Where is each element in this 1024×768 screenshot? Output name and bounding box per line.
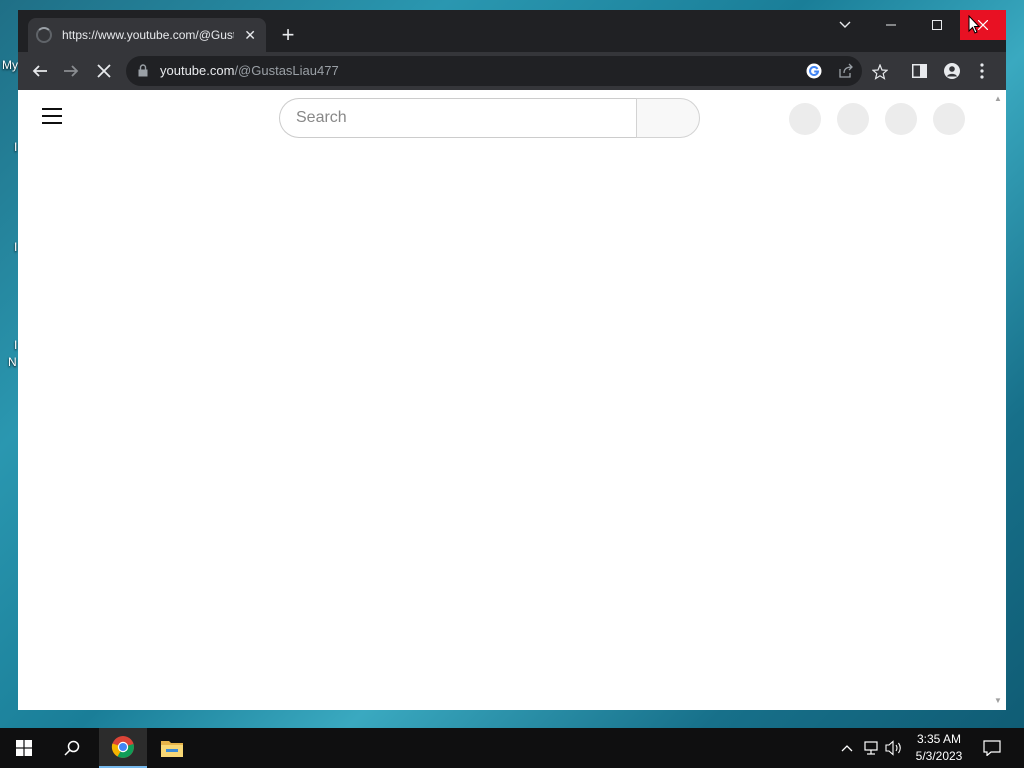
search-input[interactable] — [279, 98, 637, 138]
maximize-button[interactable] — [914, 10, 960, 40]
taskbar-file-explorer-button[interactable] — [148, 728, 196, 768]
loading-spinner-icon — [36, 27, 52, 43]
forward-arrow-icon — [64, 65, 79, 77]
browser-toolbar: youtube.com/@GustasLiau477 — [18, 52, 1006, 90]
forward-button[interactable] — [59, 59, 83, 83]
more-options-icon[interactable] — [980, 63, 984, 79]
scroll-up-arrow-icon[interactable]: ▲ — [993, 94, 1003, 104]
close-window-button[interactable] — [960, 10, 1006, 40]
stop-icon — [97, 64, 111, 78]
tab-title: https://www.youtube.com/@GustasLiau477 — [62, 28, 234, 42]
url-path: /@GustasLiau477 — [234, 63, 339, 78]
desktop-icon-label-fragment: My — [2, 58, 18, 72]
google-lens-icon[interactable] — [806, 63, 822, 79]
volume-button[interactable] — [884, 738, 904, 758]
back-button[interactable] — [28, 59, 52, 83]
maximize-icon — [932, 20, 942, 30]
loading-placeholder-avatar — [789, 103, 821, 135]
share-icon[interactable] — [838, 63, 854, 79]
windows-taskbar: 3:35 AM 5/3/2023 — [0, 728, 1024, 768]
minimize-button[interactable] — [868, 10, 914, 40]
tab-search-button[interactable] — [822, 10, 868, 40]
mouse-cursor-icon — [968, 15, 980, 34]
loading-placeholder-avatar — [933, 103, 965, 135]
taskbar-clock[interactable]: 3:35 AM 5/3/2023 — [906, 731, 972, 765]
lock-icon — [138, 64, 148, 77]
speaker-icon — [885, 740, 901, 756]
scroll-down-arrow-icon[interactable]: ▼ — [993, 696, 1003, 706]
start-button[interactable] — [0, 728, 48, 768]
loading-placeholder-avatar — [837, 103, 869, 135]
tab-close-icon[interactable]: ✕ — [242, 27, 258, 44]
browser-tab-youtube[interactable]: https://www.youtube.com/@GustasLiau477 ✕ — [28, 18, 266, 52]
windows-logo-icon — [16, 740, 32, 756]
chrome-icon — [111, 736, 134, 758]
address-bar[interactable]: youtube.com/@GustasLiau477 — [126, 56, 862, 86]
side-panel-icon[interactable] — [912, 64, 927, 78]
show-hidden-icons-button[interactable] — [837, 738, 857, 758]
notification-icon — [983, 740, 1001, 756]
address-url: youtube.com/@GustasLiau477 — [160, 63, 339, 78]
taskbar-search-button[interactable] — [48, 728, 96, 768]
clock-time: 3:35 AM — [916, 732, 962, 746]
chevron-down-icon — [839, 21, 851, 28]
url-host: youtube.com — [160, 63, 235, 78]
desktop-icon-label-fragment: N — [8, 355, 17, 369]
browser-window: https://www.youtube.com/@GustasLiau477 ✕… — [18, 10, 1006, 710]
desktop-icon-label-fragment: I — [14, 338, 18, 352]
desktop-icon-label-fragment: I — [14, 240, 18, 254]
browser-titlebar: https://www.youtube.com/@GustasLiau477 ✕… — [18, 10, 1006, 52]
notifications-button[interactable] — [982, 738, 1002, 758]
taskbar-chrome-button[interactable] — [99, 728, 147, 768]
profile-icon[interactable] — [944, 63, 960, 79]
new-tab-button[interactable]: + — [276, 24, 300, 48]
network-icon — [864, 741, 878, 755]
network-status-button[interactable] — [861, 738, 881, 758]
page-viewport: ▲ ▼ — [18, 90, 1006, 710]
loading-placeholder-avatar — [885, 103, 917, 135]
bookmark-star-icon[interactable] — [872, 64, 888, 80]
back-arrow-icon — [32, 65, 47, 77]
menu-hamburger-icon[interactable] — [42, 108, 66, 126]
chevron-up-icon — [841, 745, 853, 752]
folder-icon — [161, 741, 183, 757]
clock-date: 5/3/2023 — [915, 749, 963, 763]
minimize-icon — [886, 24, 896, 26]
desktop-icon-label-fragment: I — [14, 140, 18, 154]
stop-loading-button[interactable] — [92, 59, 116, 83]
search-button[interactable] — [636, 98, 700, 138]
search-icon — [64, 740, 80, 756]
